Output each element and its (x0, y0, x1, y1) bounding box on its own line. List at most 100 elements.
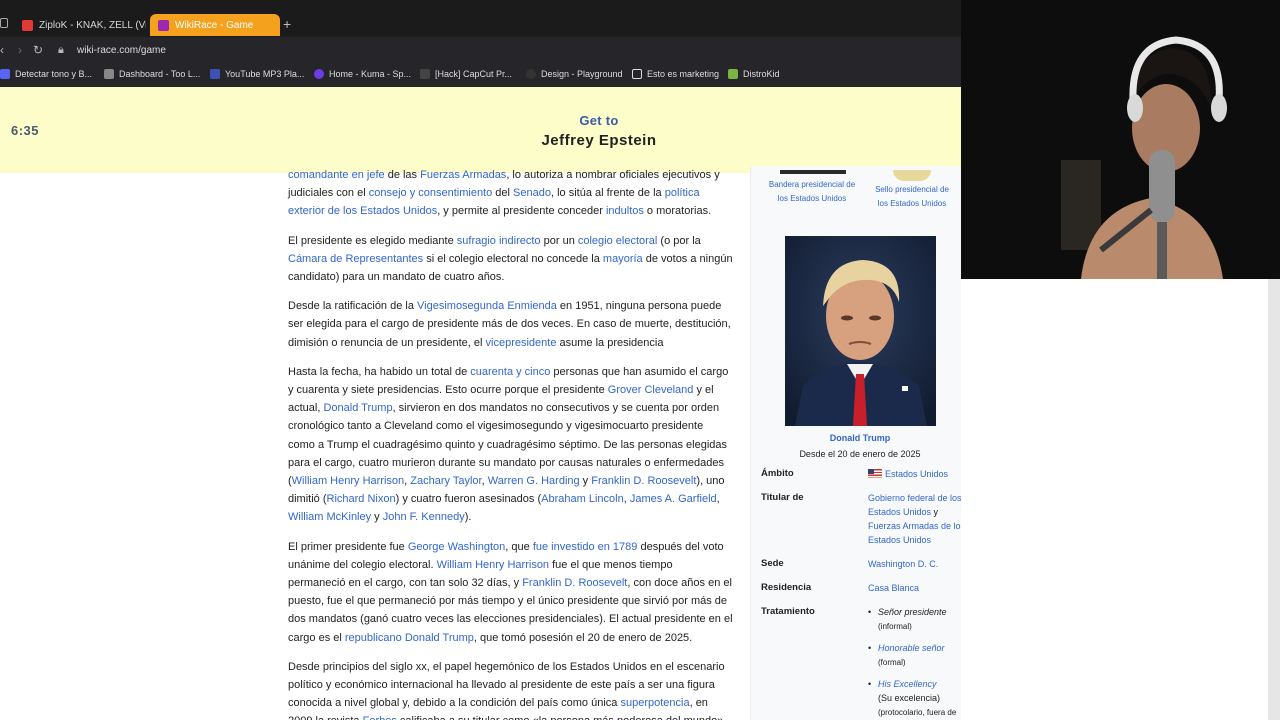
article-paragraph: Desde la ratificación de la Vigesimosegu… (288, 297, 733, 352)
tab-label: WikiRace - Game (175, 19, 254, 31)
article-link[interactable]: Cámara de Representantes (288, 253, 423, 265)
page-background-right (961, 279, 1280, 720)
back-icon[interactable]: ‹ (0, 43, 4, 57)
article-link[interactable]: William McKinley (288, 511, 371, 523)
article-text: , lo sitúa al frente de la (550, 187, 665, 200)
flag-caption[interactable]: Bandera presidencial de los Estados Unid… (766, 178, 858, 206)
article-text: Hasta la fecha, ha habido un total de (288, 365, 471, 378)
titular-value: Gobierno federal de los Estados Unidos y… (868, 491, 966, 547)
new-tab-icon[interactable]: + (283, 15, 291, 33)
reload-icon[interactable]: ↻ (33, 43, 43, 57)
article-link[interactable]: comandante en jefe (288, 169, 385, 181)
ambito-label: Ámbito (761, 468, 794, 479)
bookmark-icon (104, 69, 114, 79)
bookmark-icon (728, 69, 738, 79)
goal-prefix: Get to (579, 113, 619, 128)
bookmark-label: DistroKid (743, 69, 780, 79)
url-field[interactable]: wiki-race.com/game (77, 45, 166, 56)
bookmark-label: Home - Kuma - Sp... (329, 69, 412, 79)
article-link[interactable]: Donald Trump (405, 632, 474, 644)
residencia-link[interactable]: Casa Blanca (868, 581, 966, 595)
article-link[interactable]: superpotencia (620, 697, 689, 709)
bookmark-item[interactable]: Home - Kuma - Sp... (314, 69, 411, 79)
bookmark-item[interactable]: [Hack] CapCut Pr... (420, 69, 512, 79)
article-text: si el colegio electoral no concede la (423, 252, 603, 265)
bookmark-item[interactable]: Dashboard - Too L... (104, 69, 200, 79)
president-name-link[interactable]: Donald Trump (750, 433, 970, 443)
bookmark-icon (210, 69, 220, 79)
article-link[interactable]: sufragio indirecto (457, 235, 541, 247)
browser-tab[interactable]: ZiploK - KNAK, ZELL (Vide (14, 14, 146, 36)
presidential-flag-image[interactable] (780, 170, 846, 174)
article-text: de las (384, 169, 421, 181)
tratamiento-label: Tratamiento (761, 606, 815, 617)
sede-link[interactable]: Washington D. C. (868, 557, 966, 571)
tab-search-icon[interactable] (0, 18, 8, 28)
article-link[interactable]: fue investido en 1789 (533, 541, 638, 553)
article-paragraph: Desde principios del siglo xx, el papel … (288, 658, 733, 720)
bookmark-item[interactable]: Detectar tono y B... (0, 69, 92, 79)
article-link[interactable]: mayoría (603, 253, 643, 265)
president-portrait[interactable] (785, 236, 936, 426)
us-flag-icon (868, 469, 882, 478)
forward-icon[interactable]: › (18, 43, 22, 57)
bookmark-item[interactable]: YouTube MP3 Pla... (210, 69, 304, 79)
article-link[interactable]: James A. Garfield (630, 493, 717, 505)
article-paragraph: Hasta la fecha, ha habido un total de cu… (288, 363, 733, 527)
article-link[interactable]: vicepresidente (486, 337, 557, 349)
titular-link-army[interactable]: Fuerzas Armadas de los Estados Unidos (868, 521, 965, 545)
site-info-icon[interactable]: 🔒︎ (58, 43, 64, 57)
presidential-seal-image[interactable] (893, 170, 931, 181)
bookmark-item[interactable]: Esto es marketing (632, 69, 719, 79)
goal-panel: Get to Jeffrey Epstein (420, 113, 778, 149)
bookmark-icon (0, 69, 10, 79)
article-text: o moratorias. (643, 205, 712, 218)
article-link[interactable]: Zachary Taylor (410, 475, 481, 487)
article-link[interactable]: indultos (606, 205, 644, 217)
article-link[interactable]: John F. Kennedy (383, 511, 465, 523)
article-link[interactable]: Donald Trump (323, 402, 392, 414)
bookmarks-bar: Detectar tono y B... Dashboard - Too L..… (0, 64, 962, 87)
article-link[interactable]: colegio electoral (578, 235, 658, 247)
article-link[interactable]: Warren G. Harding (488, 475, 580, 487)
scrollbar-track[interactable] (1268, 279, 1280, 720)
browser-tab-active[interactable]: WikiRace - Game (150, 14, 280, 36)
article-link[interactable]: Vigesimosegunda Enmienda (417, 300, 557, 312)
tratamiento-title-link[interactable]: His Excellency (878, 679, 937, 689)
tratamiento-note: (Su excelencia) (878, 693, 941, 703)
article-paragraph: comandante en jefe de las Fuerzas Armada… (288, 166, 733, 221)
article-link[interactable]: Forbes (363, 715, 397, 720)
article-text: , que (505, 540, 533, 553)
article-link[interactable]: Grover Cleveland (608, 384, 694, 396)
article-link[interactable]: Franklin D. Roosevelt (591, 475, 696, 487)
article-text: asume la presidencia (556, 336, 664, 349)
article-text: y (371, 511, 383, 524)
article-link[interactable]: Senado (513, 187, 551, 199)
term-start: Desde el 20 de enero de 2025 (799, 449, 921, 459)
article-link[interactable]: Abraham Lincoln (541, 493, 624, 505)
article-link[interactable]: consejo y consentimiento (369, 187, 493, 199)
sede-label: Sede (761, 558, 784, 569)
ambito-link[interactable]: Estados Unidos (885, 469, 948, 479)
ambito-value[interactable]: Estados Unidos (868, 467, 966, 481)
article-text: El primer presidente fue (288, 540, 408, 553)
bookmark-item[interactable]: Design - Playground (526, 69, 623, 79)
article-text: y (579, 475, 592, 488)
bookmark-item[interactable]: DistroKid (728, 69, 780, 79)
tratamiento-title-link[interactable]: Honorable señor (878, 643, 945, 653)
article-link[interactable]: Franklin D. Roosevelt (522, 577, 627, 589)
article-link[interactable]: cuarenta y cinco (470, 366, 550, 378)
article-link[interactable]: George Washington (408, 541, 505, 553)
article-link[interactable]: William Henry Harrison (437, 559, 549, 571)
article-link[interactable]: republicano (345, 632, 402, 644)
article-link[interactable]: Richard Nixon (327, 493, 396, 505)
titular-link-government[interactable]: Gobierno federal de los Estados Unidos (868, 493, 962, 517)
tab-label: ZiploK - KNAK, ZELL (Vide (39, 19, 146, 31)
article-link[interactable]: Fuerzas Armadas (420, 169, 506, 181)
seal-caption[interactable]: Sello presidencial de los Estados Unidos (870, 183, 954, 211)
article-text: , que tomó posesión el 20 de enero de 20… (473, 631, 693, 644)
article-link[interactable]: William Henry Harrison (292, 475, 404, 487)
article-body: comandante en jefe de las Fuerzas Armada… (288, 166, 733, 720)
bookmark-label: YouTube MP3 Pla... (225, 69, 305, 79)
game-timer: 6:35 (11, 123, 40, 138)
